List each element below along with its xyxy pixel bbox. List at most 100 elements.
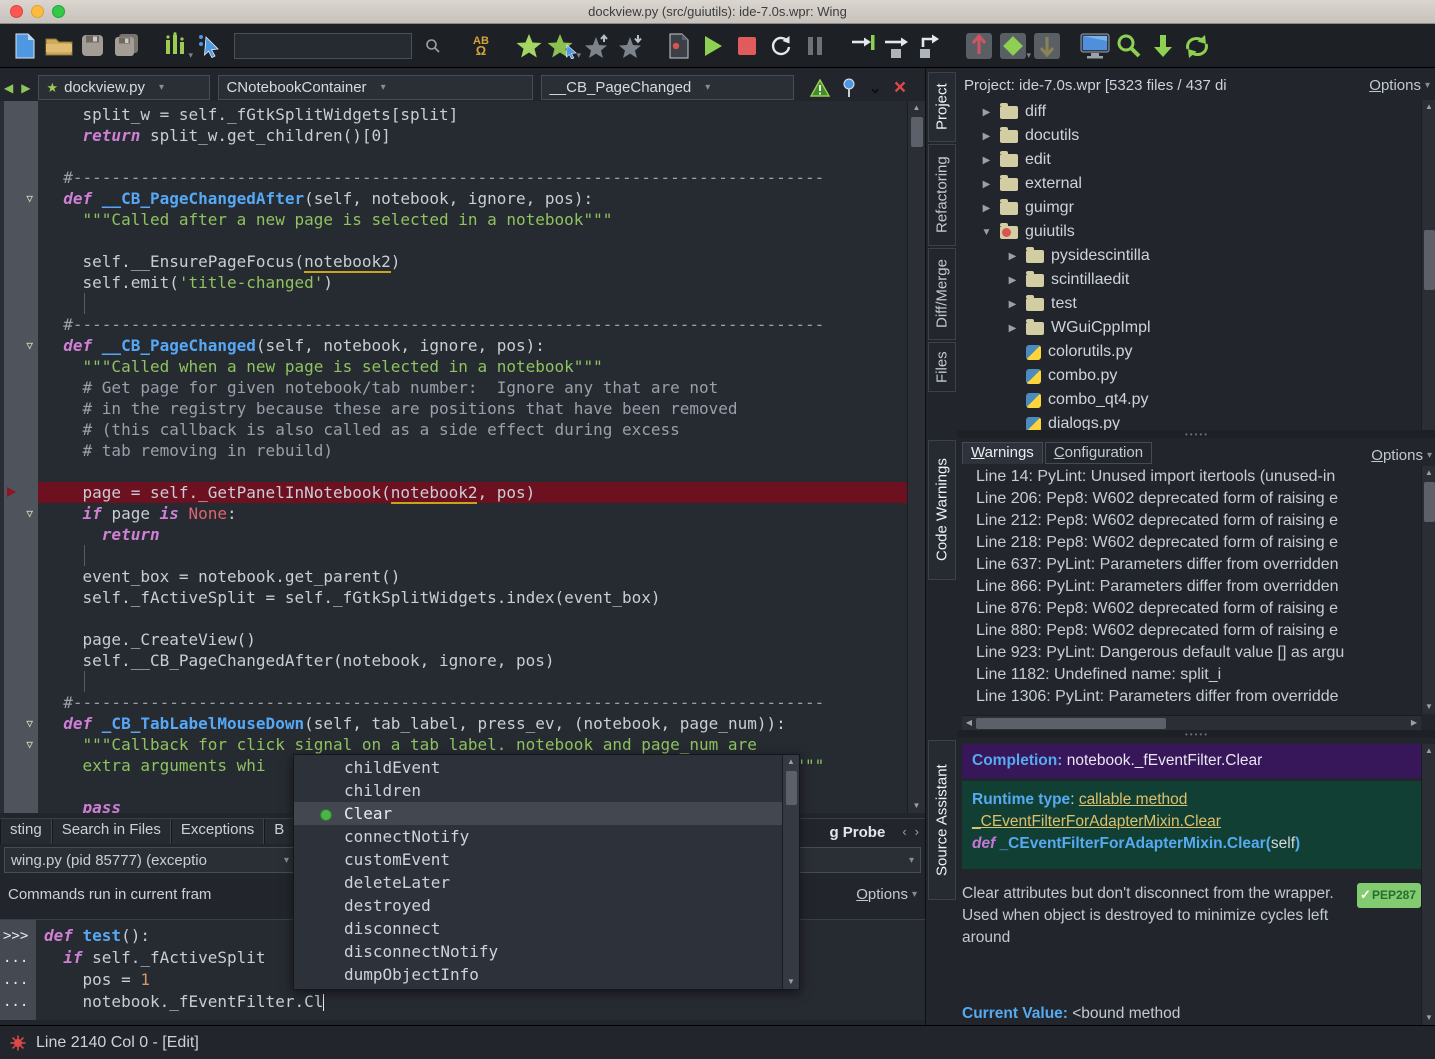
restart-button[interactable] <box>766 29 796 63</box>
warning-row[interactable]: Line 1182: Undefined name: split_i <box>962 664 1421 686</box>
minimize-window-button[interactable] <box>31 5 44 18</box>
warning-row[interactable]: Line 866: PyLint: Parameters differ from… <box>962 576 1421 598</box>
completion-item-disconnect[interactable]: disconnect <box>294 917 782 940</box>
panel-splitter[interactable]: ••••• <box>958 430 1435 438</box>
scrollbar-thumb[interactable] <box>1424 230 1435 290</box>
panel-splitter[interactable]: ••••• <box>958 730 1435 738</box>
file-dropdown[interactable]: ★ dockview.py ▾ <box>38 75 210 100</box>
save-file-button[interactable] <box>78 29 108 63</box>
scrollbar-thumb[interactable] <box>1424 482 1435 522</box>
project-options-button[interactable]: Options ▾ <box>1369 77 1430 94</box>
tab-exceptions[interactable]: Exceptions <box>171 819 264 844</box>
frame-down-button[interactable] <box>1032 29 1062 63</box>
step-out-button[interactable] <box>916 29 946 63</box>
side-tab-project[interactable]: Project <box>928 72 956 142</box>
tab-scroll-right-icon[interactable]: › <box>915 824 919 839</box>
side-tab-files[interactable]: Files <box>928 342 956 392</box>
collapse-arrow-icon[interactable]: ▶ <box>1006 323 1019 334</box>
search-in-files-button[interactable] <box>1114 29 1144 63</box>
autocomplete-scrollbar[interactable]: ▲ ▼ <box>782 755 799 989</box>
warning-row[interactable]: Line 14: PyLint: Unused import itertools… <box>962 466 1421 488</box>
debug-dropdown-caret-icon[interactable]: ▾ <box>1026 50 1031 61</box>
open-file-button[interactable] <box>44 29 74 63</box>
debug-to-here-button[interactable]: ▾ <box>998 29 1028 63</box>
process-dropdown[interactable]: wing.py (pid 85777) (exceptio ▾ <box>4 847 296 873</box>
run-button[interactable] <box>698 29 728 63</box>
completion-item-dumpObjectInfo[interactable]: dumpObjectInfo <box>294 963 782 986</box>
pause-button[interactable] <box>800 29 830 63</box>
runtime-class-link[interactable]: _CEventFilterForAdapterMixin.Clear <box>972 813 1221 830</box>
history-back-button[interactable]: ◀ <box>4 81 13 95</box>
tree-item-docutils[interactable]: ▶docutils <box>958 124 1421 148</box>
fold-marker-icon[interactable]: ▽ <box>0 734 38 755</box>
tree-item-guiutils[interactable]: ▼guiutils <box>958 220 1421 244</box>
editor-vertical-scrollbar[interactable]: ▲ ▼ <box>907 101 925 813</box>
runtime-type-link[interactable]: callable method <box>1079 791 1188 808</box>
tree-item-external[interactable]: ▶external <box>958 172 1421 196</box>
warning-row[interactable]: Line 218: Pep8: W602 deprecated form of … <box>962 532 1421 554</box>
collapse-arrow-icon[interactable]: ▶ <box>980 155 993 166</box>
bookmark-button[interactable] <box>514 29 544 63</box>
collapse-arrow-icon[interactable]: ▶ <box>980 179 993 190</box>
next-bookmark-button[interactable] <box>616 29 646 63</box>
breakpoint-marker[interactable] <box>0 482 38 503</box>
goto-definition-button[interactable] <box>1148 29 1178 63</box>
tree-item-pysidescintilla[interactable]: ▶pysidescintilla <box>958 244 1421 268</box>
scroll-up-icon[interactable]: ▲ <box>783 755 799 769</box>
scrollbar-thumb[interactable] <box>786 771 797 805</box>
scroll-up-icon[interactable]: ▲ <box>1422 100 1435 114</box>
warning-row[interactable]: Line 212: Pep8: W602 deprecated form of … <box>962 510 1421 532</box>
tree-item-guimgr[interactable]: ▶guimgr <box>958 196 1421 220</box>
side-tab-code-warnings[interactable]: Code Warnings <box>928 440 956 580</box>
scroll-down-icon[interactable]: ▼ <box>1422 1011 1435 1025</box>
refresh-button[interactable] <box>1182 29 1212 63</box>
warning-row[interactable]: Line 637: PyLint: Parameters differ from… <box>962 554 1421 576</box>
completion-item-disconnectNotify[interactable]: disconnectNotify <box>294 940 782 963</box>
secondary-dropdown[interactable]: ▾ <box>795 847 921 873</box>
completion-item-childEvent[interactable]: childEvent <box>294 756 782 779</box>
completion-item-children[interactable]: children <box>294 779 782 802</box>
completion-item-deleteLater[interactable]: deleteLater <box>294 871 782 894</box>
warning-row[interactable]: Line 206: Pep8: W602 deprecated form of … <box>962 488 1421 510</box>
scroll-down-icon[interactable]: ▼ <box>1422 700 1435 714</box>
completion-item-customEvent[interactable]: customEvent <box>294 848 782 871</box>
tree-item-edit[interactable]: ▶edit <box>958 148 1421 172</box>
warnings-indicator-icon[interactable] <box>810 79 830 97</box>
breakpoint-arrow-icon[interactable] <box>7 487 16 497</box>
replace-button[interactable]: AB Ω <box>466 29 496 63</box>
debug-file-button[interactable] <box>664 29 694 63</box>
warnings-vertical-scrollbar[interactable]: ▲ ▼ <box>1421 466 1435 714</box>
scroll-left-icon[interactable]: ◀ <box>962 716 976 730</box>
zoom-window-button[interactable] <box>52 5 65 18</box>
warnings-options-button[interactable]: Options ▾ <box>1371 447 1432 464</box>
frame-up-button[interactable] <box>964 29 994 63</box>
warning-row[interactable]: Line 923: PyLint: Dangerous default valu… <box>962 642 1421 664</box>
tree-item-colorutils.py[interactable]: colorutils.py <box>958 340 1421 364</box>
tab-scroll-left-icon[interactable]: ‹ <box>902 824 906 839</box>
tab-bookmarks[interactable]: B <box>264 819 294 844</box>
completion-item-destroyed[interactable]: destroyed <box>294 894 782 917</box>
code-editor[interactable]: split_w = self._fGtkSplitWidgets[split] … <box>0 101 907 813</box>
tab-configuration[interactable]: Configuration <box>1045 442 1152 464</box>
step-into-button[interactable] <box>848 29 878 63</box>
scrollbar-thumb[interactable] <box>976 718 1166 729</box>
tree-item-combo.py[interactable]: combo.py <box>958 364 1421 388</box>
tree-item-test[interactable]: ▶test <box>958 292 1421 316</box>
collapse-panel-chevron-icon[interactable]: ⌄ <box>868 78 881 98</box>
bookmark-dropdown-caret-icon[interactable]: ▾ <box>576 50 581 61</box>
fold-marker-icon[interactable]: ▽ <box>0 503 38 524</box>
save-all-button[interactable] <box>112 29 142 63</box>
project-scrollbar[interactable]: ▲ <box>1421 100 1435 430</box>
close-file-icon[interactable]: × <box>894 79 906 97</box>
tree-item-scintillaedit[interactable]: ▶scintillaedit <box>958 268 1421 292</box>
warning-row[interactable]: Line 880: Pep8: W602 deprecated form of … <box>962 620 1421 642</box>
search-small-button[interactable] <box>418 29 448 63</box>
tab-testing[interactable]: sting <box>0 819 52 844</box>
add-bookmark-button[interactable]: ▾ <box>548 29 578 63</box>
method-dropdown[interactable]: __CB_PageChanged ▾ <box>541 75 794 100</box>
collapse-arrow-icon[interactable]: ▶ <box>980 131 993 142</box>
collapse-arrow-icon[interactable]: ▶ <box>980 107 993 118</box>
stop-button[interactable] <box>732 29 762 63</box>
fold-marker-icon[interactable]: ▽ <box>0 335 38 356</box>
collapse-arrow-icon[interactable]: ▶ <box>1006 275 1019 286</box>
